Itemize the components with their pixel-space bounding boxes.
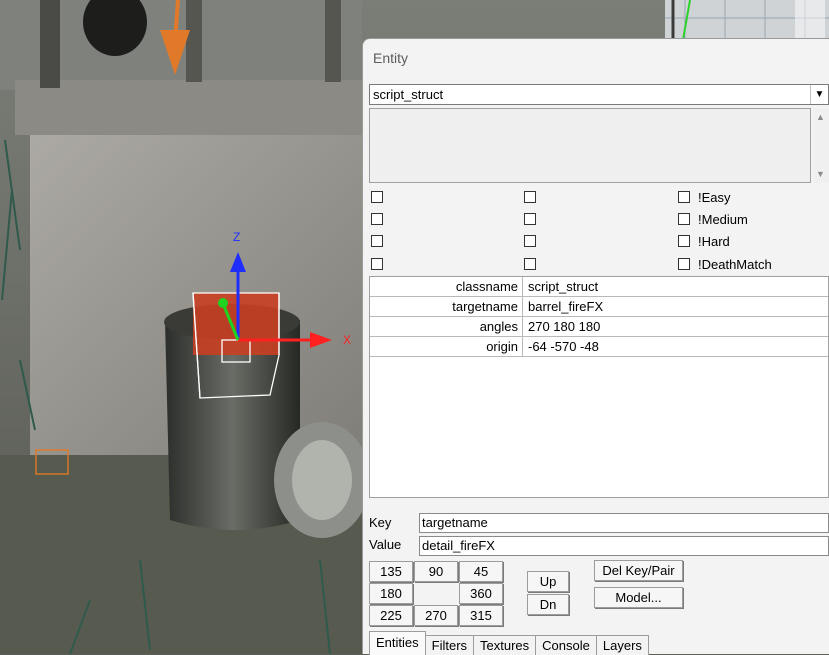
angle-270-button[interactable]: 270 bbox=[414, 605, 458, 626]
checkbox[interactable] bbox=[371, 235, 383, 247]
angle-315-button[interactable]: 315 bbox=[459, 605, 503, 626]
table-row[interactable]: origin -64 -570 -48 bbox=[370, 337, 828, 357]
flag-easy[interactable]: !Easy bbox=[678, 187, 731, 207]
flag-medium[interactable]: !Medium bbox=[678, 209, 748, 229]
property-key: classname bbox=[370, 277, 523, 296]
property-value: script_struct bbox=[528, 279, 599, 294]
del-keypair-button[interactable]: Del Key/Pair bbox=[594, 560, 683, 581]
flag-checkbox-11[interactable] bbox=[524, 254, 544, 274]
property-key: angles bbox=[370, 317, 523, 336]
angle-180-button[interactable]: 180 bbox=[369, 583, 413, 604]
table-row[interactable]: angles 270 180 180 bbox=[370, 317, 828, 337]
tab-entities[interactable]: Entities bbox=[369, 631, 426, 655]
flag-deathmatch[interactable]: !DeathMatch bbox=[678, 254, 772, 274]
flag-checkbox-8[interactable] bbox=[524, 231, 544, 251]
flag-checkbox-1[interactable] bbox=[371, 187, 391, 207]
flag-checkbox-4[interactable] bbox=[371, 209, 391, 229]
angle-225-button[interactable]: 225 bbox=[369, 605, 413, 626]
checkbox[interactable] bbox=[524, 235, 536, 247]
checkbox[interactable] bbox=[678, 191, 690, 203]
entity-help-text[interactable] bbox=[369, 108, 811, 183]
axis-x-label: X bbox=[343, 333, 351, 347]
model-button[interactable]: Model... bbox=[594, 587, 683, 608]
2d-viewport-preview[interactable] bbox=[665, 0, 829, 40]
checkbox[interactable] bbox=[371, 258, 383, 270]
checkbox[interactable] bbox=[371, 213, 383, 225]
checkbox[interactable] bbox=[678, 235, 690, 247]
checkbox[interactable] bbox=[678, 213, 690, 225]
panel-tabs: Entities Filters Textures Console Layers bbox=[369, 631, 649, 655]
angle-360-button[interactable]: 360 bbox=[459, 583, 503, 604]
angle-135-button[interactable]: 135 bbox=[369, 561, 413, 582]
table-row[interactable]: targetname barrel_fireFX bbox=[370, 297, 828, 317]
flag-checkbox-2[interactable] bbox=[524, 187, 544, 207]
flag-checkbox-10[interactable] bbox=[371, 254, 391, 274]
keyvalue-list[interactable]: classname script_struct targetname barre… bbox=[369, 276, 829, 498]
angle-90-button[interactable]: 90 bbox=[414, 561, 458, 582]
classname-dropdown-value: script_struct bbox=[373, 87, 444, 102]
value-input[interactable]: detail_fireFX bbox=[419, 536, 829, 556]
property-value: barrel_fireFX bbox=[528, 299, 604, 314]
help-scrollbar[interactable]: ▲ ▼ bbox=[813, 108, 829, 183]
up-button[interactable]: Up bbox=[527, 571, 569, 592]
flag-hard[interactable]: !Hard bbox=[678, 231, 730, 251]
flag-checkbox-5[interactable] bbox=[524, 209, 544, 229]
tab-layers[interactable]: Layers bbox=[595, 635, 649, 655]
checkbox[interactable] bbox=[524, 213, 536, 225]
scroll-down-icon[interactable]: ▼ bbox=[816, 169, 825, 179]
checkbox[interactable] bbox=[678, 258, 690, 270]
checkbox[interactable] bbox=[371, 191, 383, 203]
property-key: targetname bbox=[370, 297, 523, 316]
property-value: 270 180 180 bbox=[528, 319, 601, 334]
axis-z-label: Z bbox=[233, 230, 240, 244]
tab-textures[interactable]: Textures bbox=[473, 635, 537, 655]
key-label: Key bbox=[369, 515, 392, 530]
panel-title: Entity bbox=[373, 50, 409, 66]
checkbox[interactable] bbox=[524, 191, 536, 203]
key-input[interactable]: targetname bbox=[419, 513, 829, 533]
scroll-up-icon[interactable]: ▲ bbox=[816, 112, 825, 122]
property-key: origin bbox=[370, 337, 523, 356]
value-label: Value bbox=[369, 537, 402, 552]
angle-45-button[interactable]: 45 bbox=[459, 561, 503, 582]
entity-panel: Entity script_struct ▼ ▲ ▼ !Easy !Medium… bbox=[362, 38, 829, 655]
classname-dropdown[interactable]: script_struct ▼ bbox=[369, 84, 829, 105]
property-value: -64 -570 -48 bbox=[528, 339, 599, 354]
chevron-down-icon[interactable]: ▼ bbox=[810, 85, 828, 104]
tab-console[interactable]: Console bbox=[535, 635, 597, 655]
checkbox[interactable] bbox=[524, 258, 536, 270]
table-row[interactable]: classname script_struct bbox=[370, 277, 828, 297]
tab-filters[interactable]: Filters bbox=[424, 635, 475, 655]
spawnflags-group: !Easy !Medium !Hard !DeathMatch bbox=[369, 187, 829, 273]
flag-checkbox-7[interactable] bbox=[371, 231, 391, 251]
down-button[interactable]: Dn bbox=[527, 594, 569, 615]
